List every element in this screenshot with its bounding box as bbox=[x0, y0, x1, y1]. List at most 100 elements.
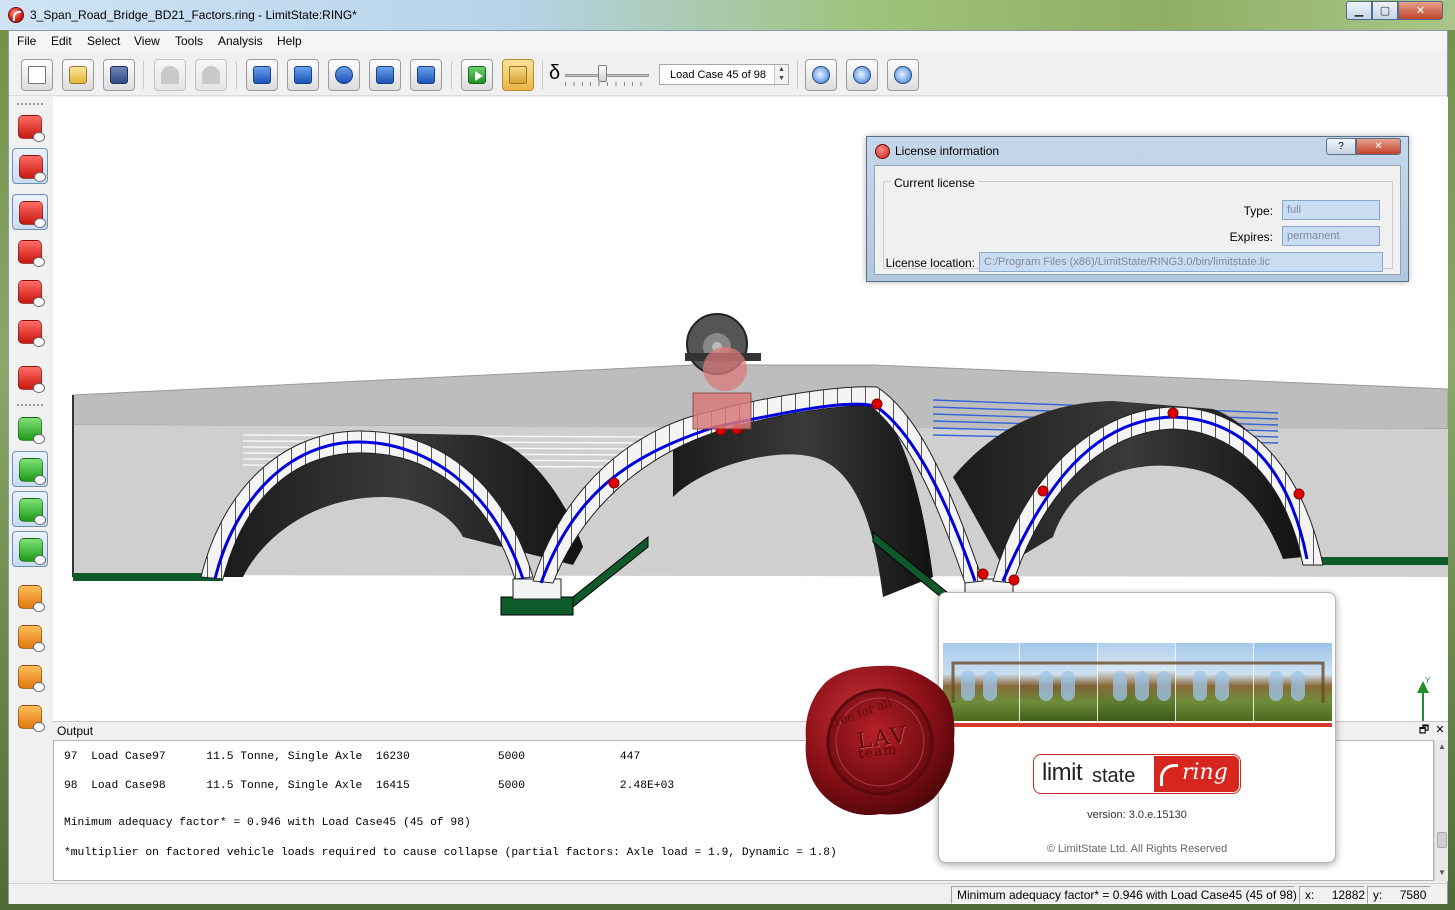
menu-view[interactable]: View bbox=[134, 34, 160, 48]
wrench-icon bbox=[294, 66, 312, 84]
x-value: 12882 bbox=[1331, 888, 1366, 902]
toolbar-separator bbox=[797, 61, 798, 89]
lifebuoy-icon bbox=[335, 66, 353, 84]
gear-icon bbox=[18, 320, 45, 347]
output-scrollbar[interactable]: ▲ ▼ bbox=[1434, 740, 1448, 881]
load-case-value: Load Case 45 of 98 bbox=[670, 69, 767, 81]
clipboard-icon bbox=[253, 66, 271, 84]
lock-button[interactable] bbox=[502, 59, 534, 91]
splash-copyright: © LimitState Ltd. All Rights Reserved bbox=[1046, 843, 1228, 855]
moments-icon bbox=[18, 665, 45, 692]
view-fill-button[interactable] bbox=[12, 451, 48, 487]
select-region-icon bbox=[19, 155, 46, 182]
ring-swoosh-icon bbox=[1160, 764, 1178, 786]
license-location-field[interactable]: C:/Program Files (x86)/LimitState/RING3.… bbox=[979, 252, 1383, 272]
expires-field[interactable]: permanent bbox=[1282, 226, 1380, 246]
maximize-button[interactable]: ▢ bbox=[1372, 1, 1398, 20]
zoom-out-icon bbox=[894, 66, 912, 84]
view-mechanism-button[interactable] bbox=[12, 619, 48, 655]
pointer-icon bbox=[19, 201, 46, 228]
zoom-in-button[interactable] bbox=[846, 59, 878, 91]
app-icon[interactable] bbox=[8, 7, 24, 23]
menu-help[interactable]: Help bbox=[277, 34, 302, 48]
barrel-button[interactable] bbox=[12, 360, 48, 396]
license-help-button[interactable]: ? bbox=[1326, 138, 1356, 155]
current-license-label: Current license bbox=[891, 176, 978, 190]
zoom-out-button[interactable] bbox=[887, 59, 919, 91]
splash-version: version: 3.0.e.15130 bbox=[1087, 809, 1187, 821]
limitstate-ring-logo: limit state ring bbox=[1033, 754, 1241, 794]
toolbar-grip bbox=[17, 404, 43, 406]
view-shape-button[interactable] bbox=[12, 531, 48, 567]
menu-file[interactable]: File bbox=[17, 34, 36, 48]
menu-tools[interactable]: Tools bbox=[175, 34, 203, 48]
run-analysis-button[interactable] bbox=[461, 59, 493, 91]
license-dialog-title: License information bbox=[895, 144, 1000, 158]
splash-divider bbox=[943, 723, 1332, 727]
pointer-select-button[interactable] bbox=[12, 194, 48, 230]
scroll-down-icon[interactable]: ▼ bbox=[1437, 868, 1447, 877]
add-item-button[interactable] bbox=[12, 274, 48, 310]
license-app-icon bbox=[875, 144, 890, 159]
toolbar-grip bbox=[17, 103, 43, 105]
y-axis-label: Y bbox=[1425, 676, 1431, 685]
tag-button[interactable] bbox=[369, 59, 401, 91]
output-restore-button[interactable]: 🗗 bbox=[1417, 723, 1431, 737]
license-location-label: License location: bbox=[885, 256, 975, 270]
toolbar-separator bbox=[542, 61, 543, 89]
spinner-arrows[interactable]: ▲ ▼ bbox=[774, 65, 788, 84]
license-close-button[interactable]: ✕ bbox=[1356, 138, 1401, 155]
wrench-button[interactable] bbox=[287, 59, 319, 91]
new-file-button[interactable] bbox=[21, 59, 53, 91]
foundation-pier-1 bbox=[500, 596, 574, 616]
delta-slider-thumb[interactable] bbox=[598, 65, 608, 82]
main-toolbar: δ Load Case 45 of 98 ▲ ▼ bbox=[9, 54, 1447, 96]
title-bar: 3_Span_Road_Bridge_BD21_Factors.ring - L… bbox=[0, 0, 1455, 30]
weight-button[interactable] bbox=[410, 59, 442, 91]
undo-button[interactable] bbox=[154, 59, 186, 91]
lifebuoy-button[interactable] bbox=[328, 59, 360, 91]
y-label: y: bbox=[1373, 888, 1383, 902]
open-file-button[interactable] bbox=[62, 59, 94, 91]
minimize-button[interactable]: ▁ bbox=[1346, 1, 1372, 20]
new-file-icon bbox=[28, 66, 46, 84]
lock-icon bbox=[509, 66, 527, 84]
mechanism-icon bbox=[18, 625, 45, 652]
view-normal-forces-button[interactable] bbox=[12, 699, 48, 735]
menu-select[interactable]: Select bbox=[87, 34, 120, 48]
type-field[interactable]: full bbox=[1282, 200, 1380, 220]
wax-seal-stamp: free for all LAV team bbox=[800, 660, 960, 820]
expires-label: Expires: bbox=[1229, 230, 1273, 244]
find-button[interactable] bbox=[12, 234, 48, 270]
menu-analysis[interactable]: Analysis bbox=[218, 34, 263, 48]
settings-button[interactable] bbox=[12, 314, 48, 350]
scroll-up-icon[interactable]: ▲ bbox=[1437, 742, 1447, 751]
status-message: Minimum adequacy factor* = 0.946 with Lo… bbox=[951, 886, 1297, 904]
scroll-thumb[interactable] bbox=[1437, 832, 1447, 848]
select-region-button[interactable] bbox=[12, 148, 48, 184]
output-line: *multiplier on factored vehicle loads re… bbox=[64, 847, 837, 859]
spin-down-icon[interactable]: ▼ bbox=[775, 74, 788, 83]
zoom-window-button[interactable] bbox=[805, 59, 837, 91]
output-close-button[interactable]: ✕ bbox=[1433, 723, 1447, 737]
barrel-icon bbox=[18, 366, 45, 393]
draw-block-icon bbox=[18, 115, 45, 142]
menu-bar: File Edit Select View Tools Analysis Hel… bbox=[9, 31, 1447, 52]
view-moments-button[interactable] bbox=[12, 659, 48, 695]
redo-button[interactable] bbox=[195, 59, 227, 91]
license-dialog: License information ? ✕ Current license … bbox=[866, 136, 1409, 282]
clipboard-button[interactable] bbox=[246, 59, 278, 91]
hinges-icon bbox=[18, 585, 45, 612]
view-layers-button[interactable] bbox=[12, 491, 48, 527]
spin-up-icon[interactable]: ▲ bbox=[775, 65, 788, 74]
close-button[interactable]: ✕ bbox=[1398, 1, 1443, 20]
menu-edit[interactable]: Edit bbox=[51, 34, 72, 48]
fill-icon bbox=[19, 458, 46, 485]
draw-block-button[interactable] bbox=[12, 109, 48, 145]
status-x-coordinate: x: 12882 bbox=[1299, 886, 1365, 904]
view-backfill-button[interactable] bbox=[12, 411, 48, 447]
load-case-spinner[interactable]: Load Case 45 of 98 ▲ ▼ bbox=[659, 64, 789, 85]
left-toolbar bbox=[9, 97, 53, 747]
save-button[interactable] bbox=[103, 59, 135, 91]
view-hinges-button[interactable] bbox=[12, 579, 48, 615]
